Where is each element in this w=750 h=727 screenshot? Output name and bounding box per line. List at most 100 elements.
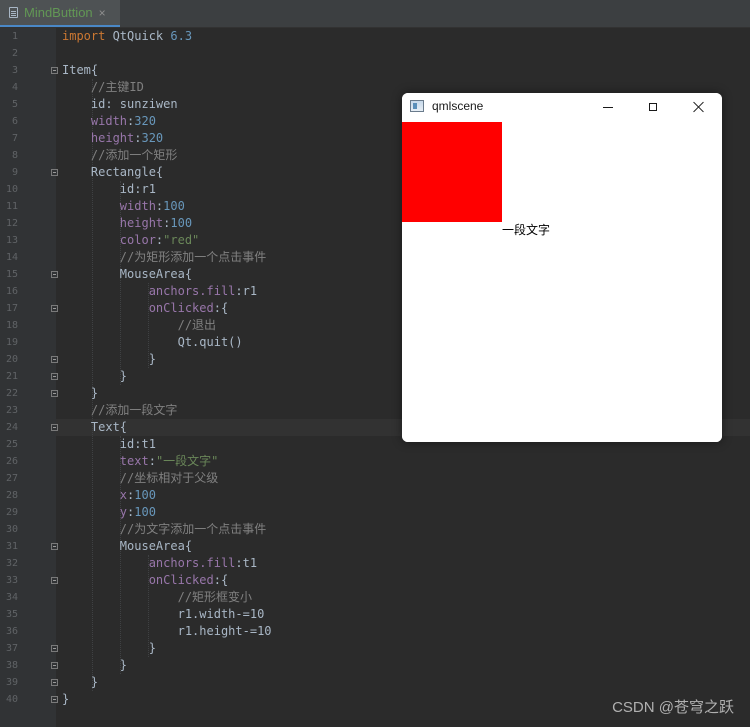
tab-title: MindButtion (24, 5, 93, 20)
code-token: height (62, 216, 164, 230)
line-number: 10 (5, 184, 18, 195)
code-line: //退出 (62, 317, 272, 334)
window-titlebar[interactable]: qmlscene (402, 93, 722, 121)
line-number: 29 (5, 507, 18, 518)
line-number: 34 (5, 592, 18, 603)
code-line: //坐标相对于父级 (62, 470, 272, 487)
line-number: 20 (5, 354, 18, 365)
code-token: :{ (213, 301, 229, 315)
code-line: onClicked:{ (62, 572, 272, 589)
fold-marker-icon[interactable] (51, 424, 58, 431)
code-token: 100 (170, 216, 193, 230)
code-token: text (62, 454, 149, 468)
minimize-icon (602, 106, 613, 108)
code-token: Rectangle{ (62, 165, 164, 179)
fold-marker-icon[interactable] (51, 271, 58, 278)
code-token: "red" (163, 233, 200, 247)
code-line: MouseArea{ (62, 266, 272, 283)
code-token: y (62, 505, 128, 519)
code-token: //退出 (62, 318, 217, 332)
code-token: 100 (134, 488, 156, 502)
code-token: width (62, 199, 156, 213)
fold-marker-icon[interactable] (51, 645, 58, 652)
code-token: 100 (134, 505, 156, 519)
line-number: 32 (5, 558, 18, 569)
fold-marker-icon[interactable] (51, 373, 58, 380)
code-line: //矩形框变小 (62, 589, 272, 606)
line-number: 24 (5, 422, 18, 433)
line-number: 6 (11, 116, 18, 127)
code-token: } (62, 641, 156, 655)
code-line: height:100 (62, 215, 272, 232)
code-token: x (62, 488, 128, 502)
code-line: } (62, 691, 272, 708)
fold-marker-icon[interactable] (51, 696, 58, 703)
code-token: Text{ (62, 420, 128, 434)
code-line: } (62, 657, 272, 674)
code-token: //为文字添加一个点击事件 (62, 522, 267, 536)
line-number: 11 (5, 201, 18, 212)
line-number: 40 (5, 694, 18, 705)
code-line: id:r1 (62, 181, 272, 198)
code-editor[interactable]: import QtQuick 6.3 Item{ //主键ID id: sunz… (62, 28, 272, 708)
close-button[interactable] (676, 93, 721, 121)
code-token: anchors.fill (62, 556, 236, 570)
line-numbers: 1 2 3 4 5 6 7 8 9 10 11 12 13 14 15 16 17 18 19 20 21 22 23 24 2… (0, 28, 20, 708)
code-line: r1.height-=10 (62, 623, 272, 640)
code-line: //为矩形添加一个点击事件 (62, 249, 272, 266)
code-token: MouseArea{ (62, 267, 193, 281)
line-number: 14 (5, 252, 18, 263)
tab-mindbuttion[interactable]: MindButtion × (0, 0, 120, 27)
line-number: 28 (5, 490, 18, 501)
line-number: 35 (5, 609, 18, 620)
line-number: 13 (5, 235, 18, 246)
code-line: //为文字添加一个点击事件 (62, 521, 272, 538)
fold-marker-icon[interactable] (51, 662, 58, 669)
code-token: //坐标相对于父级 (62, 471, 219, 485)
code-token: onClicked (62, 301, 214, 315)
code-line: //主键ID (62, 79, 272, 96)
fold-marker-icon[interactable] (51, 577, 58, 584)
code-token: Qt.quit() (62, 335, 243, 349)
tab-close-button[interactable]: × (99, 6, 106, 20)
code-token: //矩形框变小 (62, 590, 253, 604)
maximize-button[interactable] (630, 93, 675, 121)
text-item[interactable]: 一段文字 (502, 223, 550, 238)
code-token: //添加一个矩形 (62, 148, 178, 162)
fold-marker-icon[interactable] (51, 543, 58, 550)
line-number: 26 (5, 456, 18, 467)
code-line: onClicked:{ (62, 300, 272, 317)
code-line: } (62, 640, 272, 657)
code-token: color (62, 233, 156, 247)
line-number: 30 (5, 524, 18, 535)
line-number: 27 (5, 473, 18, 484)
fold-marker-icon[interactable] (51, 305, 58, 312)
code-token: r1.width-=10 (62, 607, 265, 621)
line-number: 38 (5, 660, 18, 671)
code-line: Rectangle{ (62, 164, 272, 181)
code-token: r1.height-=10 (62, 624, 272, 638)
fold-marker-icon[interactable] (51, 679, 58, 686)
window-title: qmlscene (432, 99, 484, 113)
code-token: 320 (141, 131, 164, 145)
fold-marker-icon[interactable] (51, 390, 58, 397)
code-token: :t1 (235, 556, 258, 570)
qmlscene-window: qmlscene 一段文字 (402, 93, 722, 442)
code-line: id: sunziwen (62, 96, 272, 113)
code-line: import QtQuick 6.3 (62, 28, 272, 45)
line-number: 39 (5, 677, 18, 688)
code-token: } (62, 369, 128, 383)
code-token: } (62, 675, 99, 689)
fold-marker-icon[interactable] (51, 356, 58, 363)
fold-marker-icon[interactable] (51, 67, 58, 74)
minimize-button[interactable] (585, 93, 630, 121)
code-line: //添加一个矩形 (62, 147, 272, 164)
fold-marker-icon[interactable] (51, 169, 58, 176)
code-token: } (62, 658, 128, 672)
code-line: anchors.fill:t1 (62, 555, 272, 572)
red-rectangle[interactable] (402, 122, 502, 222)
csdn-watermark: CSDN @苍穹之跃 (612, 699, 734, 716)
code-token: :r1 (235, 284, 258, 298)
line-number: 12 (5, 218, 18, 229)
